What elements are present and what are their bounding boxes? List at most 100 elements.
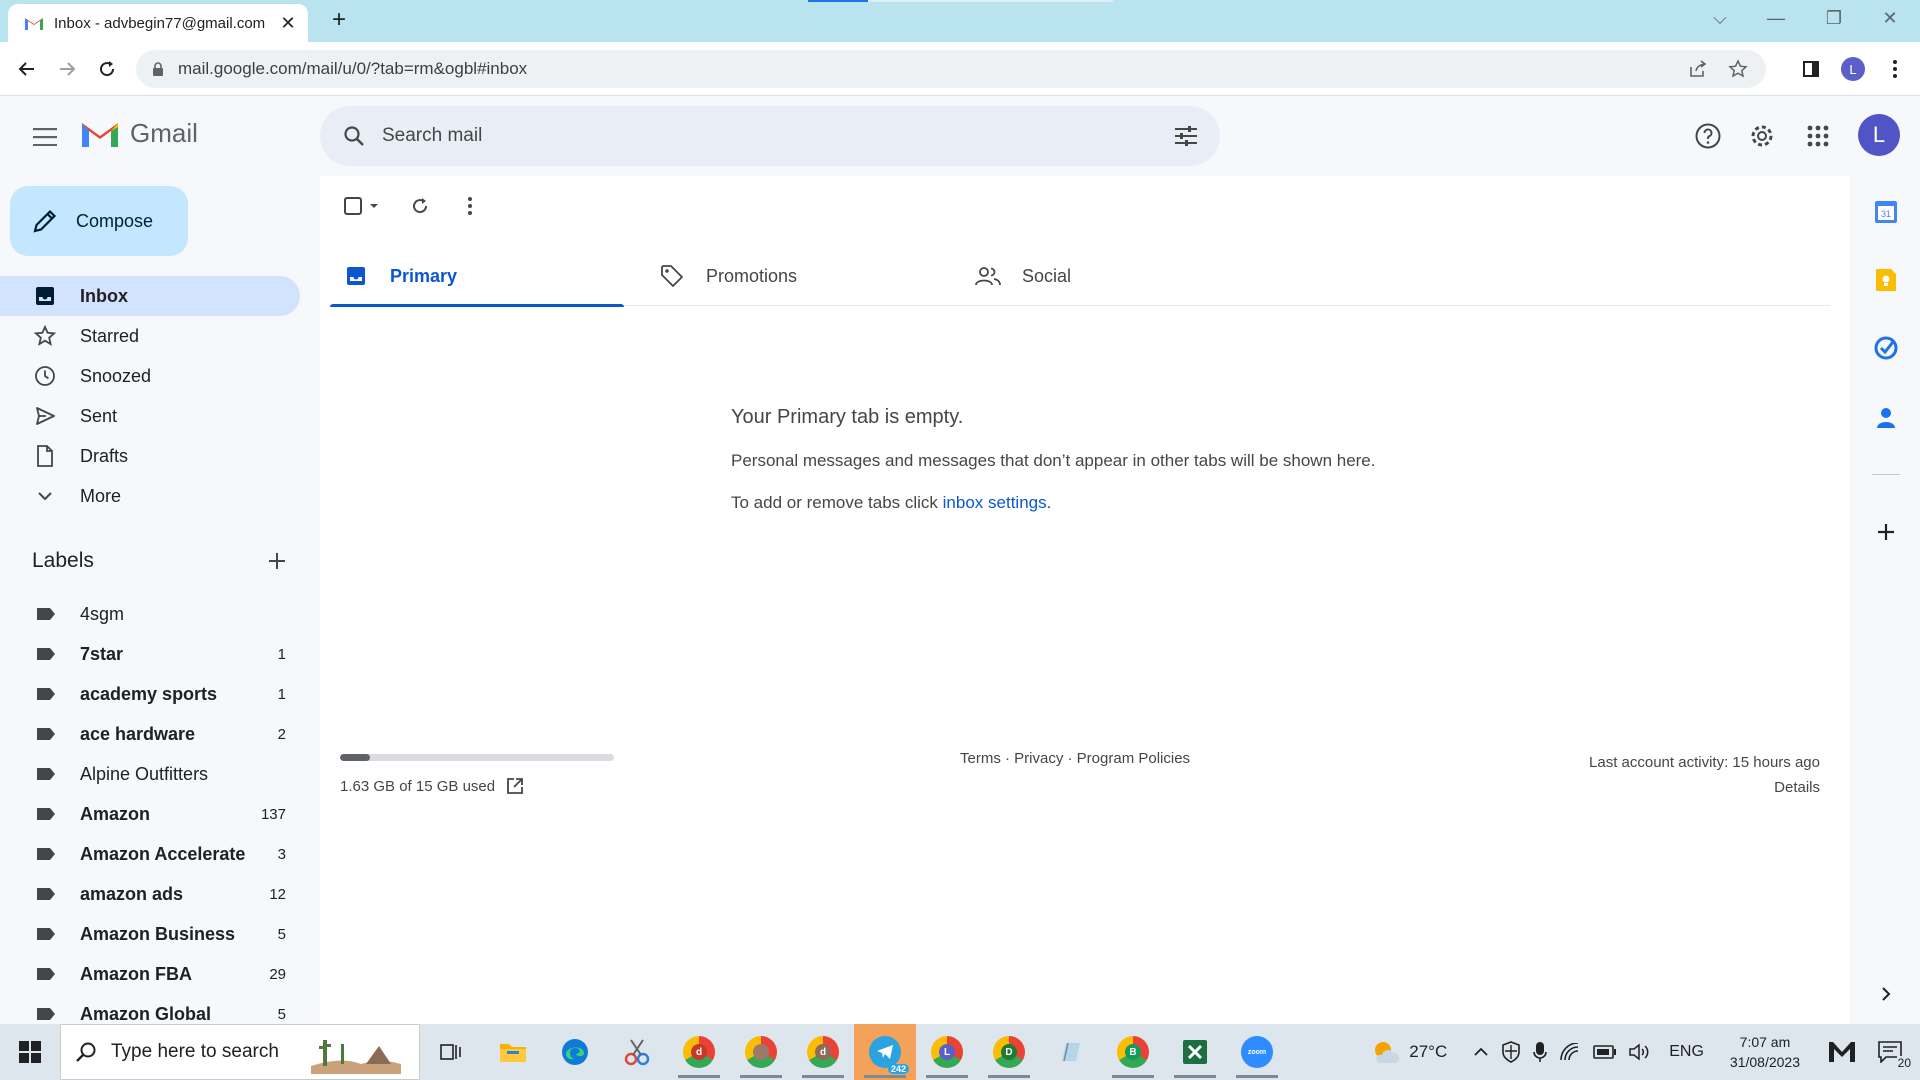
- google-apps-icon[interactable]: [1798, 116, 1838, 156]
- file-explorer-button[interactable]: [482, 1024, 544, 1080]
- main-menu-button[interactable]: [26, 118, 64, 156]
- empty-state: Your Primary tab is empty. Personal mess…: [731, 406, 1631, 535]
- label-item[interactable]: Amazon Business 5: [0, 914, 300, 954]
- battery-icon[interactable]: [1587, 1024, 1623, 1080]
- close-window-button[interactable]: ✕: [1870, 8, 1910, 32]
- chrome-profile-d2-button[interactable]: d: [792, 1024, 854, 1080]
- calendar-icon[interactable]: 31: [1870, 196, 1902, 228]
- labels-heading: Labels: [32, 549, 94, 572]
- taskbar-search-input[interactable]: [111, 1041, 311, 1063]
- bookmark-star-icon[interactable]: [1724, 55, 1752, 83]
- taskbar-search-box[interactable]: [60, 1024, 420, 1080]
- create-label-plus-icon[interactable]: [262, 546, 292, 576]
- label-item[interactable]: Amazon Global 5: [0, 994, 300, 1024]
- refresh-button[interactable]: [402, 188, 438, 224]
- label-item[interactable]: Amazon FBA 29: [0, 954, 300, 994]
- label-item[interactable]: amazon ads 12: [0, 874, 300, 914]
- url-text: mail.google.com/mail/u/0/?tab=rm&ogbl#in…: [178, 59, 528, 78]
- chrome-profile-l-button[interactable]: L: [916, 1024, 978, 1080]
- profile-button[interactable]: L: [1838, 54, 1868, 84]
- search-options-icon[interactable]: [1166, 116, 1206, 156]
- input-language-indicator[interactable]: ENG: [1657, 1024, 1716, 1080]
- telegram-button[interactable]: 242: [854, 1024, 916, 1080]
- tasks-icon[interactable]: [1870, 332, 1902, 364]
- tab-search-chevron-icon[interactable]: ⌵: [1700, 8, 1740, 32]
- notepad-icon: [1062, 1042, 1080, 1062]
- taskbar-clock[interactable]: 7:07 am 31/08/2023: [1716, 1032, 1814, 1072]
- notepad-button[interactable]: [1040, 1024, 1102, 1080]
- activity-details-link[interactable]: Details: [1589, 775, 1820, 800]
- tab-social[interactable]: Social: [962, 246, 1256, 306]
- chrome-profile-b-button[interactable]: B: [1102, 1024, 1164, 1080]
- more-actions-button[interactable]: [452, 188, 488, 224]
- reload-button[interactable]: [92, 54, 122, 84]
- label-item[interactable]: 4sgm: [0, 594, 300, 634]
- footer-policy-links[interactable]: Terms · Privacy · Program Policies: [960, 750, 1190, 767]
- label-unread-count: 5: [277, 925, 286, 943]
- keep-icon[interactable]: [1870, 264, 1902, 296]
- nav-item-starred[interactable]: Starred: [0, 316, 300, 356]
- search-icon[interactable]: [336, 118, 372, 154]
- minimize-window-button[interactable]: —: [1756, 8, 1796, 32]
- forward-button[interactable]: [52, 54, 82, 84]
- zoom-button[interactable]: zoom: [1226, 1024, 1288, 1080]
- last-account-activity: Last account activity: 15 hours ago: [1589, 754, 1820, 771]
- share-icon[interactable]: [1684, 55, 1712, 83]
- address-bar[interactable]: mail.google.com/mail/u/0/?tab=rm&ogbl#in…: [136, 50, 1766, 88]
- chrome-profile-d-button[interactable]: d: [668, 1024, 730, 1080]
- label-item[interactable]: academy sports 1: [0, 674, 300, 714]
- get-addons-plus-icon[interactable]: [1870, 516, 1902, 548]
- chrome-profile-letter: d: [691, 1044, 707, 1060]
- chrome-profile-d3-button[interactable]: D: [978, 1024, 1040, 1080]
- show-side-panel-chevron-icon[interactable]: [1870, 978, 1902, 1010]
- browser-menu-button[interactable]: [1880, 54, 1910, 84]
- security-shield-icon[interactable]: [1495, 1024, 1527, 1080]
- close-tab-icon[interactable]: ✕: [278, 13, 298, 34]
- show-hidden-icons-chevron-icon[interactable]: [1467, 1024, 1495, 1080]
- chrome-icon: d: [683, 1036, 715, 1068]
- support-icon[interactable]: [1688, 116, 1728, 156]
- chrome-profile-photo-button[interactable]: [730, 1024, 792, 1080]
- restore-window-button[interactable]: ❐: [1814, 8, 1854, 32]
- label-item[interactable]: Alpine Outfitters: [0, 754, 300, 794]
- contacts-icon[interactable]: [1870, 402, 1902, 434]
- nav-item-sent[interactable]: Sent: [0, 396, 300, 436]
- new-tab-button[interactable]: +: [326, 8, 352, 34]
- settings-gear-icon[interactable]: [1742, 116, 1782, 156]
- edge-button[interactable]: [544, 1024, 606, 1080]
- side-panel-button[interactable]: [1796, 54, 1826, 84]
- snipping-tool-button[interactable]: [606, 1024, 668, 1080]
- excel-button[interactable]: [1164, 1024, 1226, 1080]
- browser-tab-gmail[interactable]: Inbox - advbegin77@gmail.com ✕: [8, 4, 308, 42]
- nav-item-drafts[interactable]: Drafts: [0, 436, 300, 476]
- volume-icon[interactable]: [1623, 1024, 1657, 1080]
- label-item[interactable]: ace hardware 2: [0, 714, 300, 754]
- arrow-right-icon: [60, 62, 76, 76]
- label-item[interactable]: Amazon Accelerate 3: [0, 834, 300, 874]
- search-bar[interactable]: [320, 106, 1220, 166]
- gmail-tray-icon[interactable]: [1814, 1024, 1870, 1080]
- notification-center-button[interactable]: 20: [1870, 1024, 1920, 1080]
- external-link-icon[interactable]: [505, 776, 525, 796]
- gmail-logo[interactable]: Gmail: [80, 118, 198, 149]
- inbox-settings-link[interactable]: inbox settings: [943, 493, 1047, 512]
- label-item[interactable]: 7star 1: [0, 634, 300, 674]
- tab-promotions[interactable]: Promotions: [646, 246, 940, 306]
- account-avatar[interactable]: L: [1858, 114, 1900, 156]
- tab-primary[interactable]: Primary: [330, 246, 624, 307]
- nav-item-more[interactable]: More: [0, 476, 300, 516]
- start-button[interactable]: [0, 1024, 60, 1080]
- microphone-icon[interactable]: [1527, 1024, 1553, 1080]
- windows-taskbar: d d 242 L D B zoom 27°C: [0, 1024, 1920, 1080]
- search-input[interactable]: [382, 125, 1166, 147]
- back-button[interactable]: [12, 54, 42, 84]
- compose-button[interactable]: Compose: [10, 186, 188, 256]
- chrome-profile-letter: B: [1125, 1044, 1141, 1060]
- nav-item-snoozed[interactable]: Snoozed: [0, 356, 300, 396]
- weather-widget[interactable]: 27°C: [1365, 1024, 1453, 1080]
- wifi-icon[interactable]: [1553, 1024, 1587, 1080]
- task-view-button[interactable]: [420, 1024, 482, 1080]
- label-item[interactable]: Amazon 137: [0, 794, 300, 834]
- nav-item-inbox[interactable]: Inbox: [0, 276, 300, 316]
- select-all-checkbox[interactable]: [338, 188, 388, 224]
